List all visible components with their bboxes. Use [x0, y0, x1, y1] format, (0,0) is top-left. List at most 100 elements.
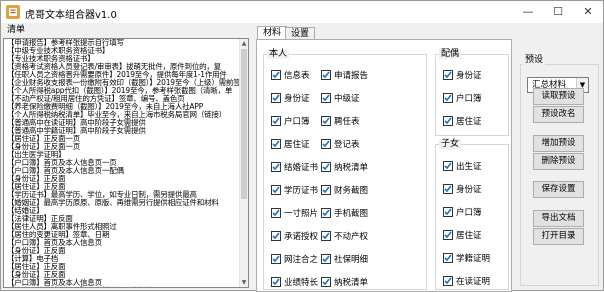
- checkbox[interactable]: [443, 229, 453, 240]
- self-checkbox[interactable]: 身份证: [271, 92, 310, 105]
- self-checkbox[interactable]: 业绩特长: [271, 276, 319, 289]
- checkbox[interactable]: [321, 69, 331, 80]
- checkbox[interactable]: [271, 207, 281, 218]
- preset-button[interactable]: 读取预设: [533, 88, 584, 105]
- spouse-checkbox[interactable]: 居住证: [443, 115, 482, 128]
- self-checkbox[interactable]: 纳税清单: [321, 276, 369, 289]
- checkbox-label: 在读证明: [456, 277, 491, 287]
- scroll-up-arrow-icon[interactable]: ▲: [240, 39, 248, 48]
- window-title: 虎哥文本组合器v1.0: [25, 10, 117, 21]
- checkbox-label: 居住证: [456, 117, 482, 127]
- child-checkbox[interactable]: 身份证: [443, 183, 482, 196]
- list-vertical-scrollbar[interactable]: ▲ ▼: [239, 39, 248, 287]
- checkbox-label: 申请报告: [334, 71, 369, 81]
- spouse-checkbox[interactable]: 身份证: [443, 69, 482, 82]
- checkbox[interactable]: [443, 252, 453, 263]
- child-checkbox[interactable]: 户口簿: [443, 206, 482, 219]
- checkbox-label: 居住证: [284, 140, 310, 150]
- child-checkbox[interactable]: 学籍证明: [443, 252, 490, 265]
- self-checkbox[interactable]: 财务截图: [321, 184, 369, 197]
- preset-button[interactable]: 打开目录: [533, 228, 584, 245]
- checkbox[interactable]: [271, 276, 281, 287]
- material-list-box[interactable]: 【申请报告】参考样张提示自行填写 【中级专业技术职务资格证书】 【专业技术职务资格证…: [3, 38, 249, 288]
- minimize-button[interactable]: —: [513, 1, 543, 23]
- checkbox-label: 社保明细: [334, 255, 369, 265]
- self-checkbox[interactable]: 社保明细: [321, 253, 369, 266]
- self-checkbox[interactable]: 手机截图: [321, 207, 369, 220]
- self-checkbox[interactable]: 中级证: [321, 92, 360, 105]
- checkbox[interactable]: [321, 184, 331, 195]
- checkbox-label: 学历证书: [284, 186, 319, 196]
- checkbox-label: 手机截图: [334, 209, 369, 219]
- self-checkbox[interactable]: 承诺授权: [271, 230, 319, 243]
- preset-button[interactable]: 增加预设: [533, 135, 584, 152]
- checkbox[interactable]: [321, 230, 331, 241]
- checkbox[interactable]: [271, 230, 281, 241]
- checkbox[interactable]: [321, 92, 331, 103]
- checkbox[interactable]: [271, 161, 281, 172]
- self-checkbox[interactable]: 不动产权: [321, 230, 368, 243]
- checkbox-label: 居住证: [456, 231, 482, 241]
- checkbox[interactable]: [443, 92, 453, 103]
- checkbox-label: 一寸照片: [284, 209, 319, 219]
- preset-group-title: 预设: [523, 55, 546, 65]
- checkbox[interactable]: [321, 276, 331, 287]
- checkbox[interactable]: [271, 138, 281, 149]
- child-checkbox[interactable]: 在读证明: [443, 275, 491, 288]
- self-checkbox[interactable]: 纳税清单: [321, 161, 368, 174]
- child-checkbox[interactable]: 居住证: [443, 229, 482, 242]
- scroll-thumb[interactable]: [241, 49, 247, 199]
- self-checkbox[interactable]: 结婚证书: [271, 161, 319, 174]
- checkbox[interactable]: [321, 138, 331, 149]
- self-checkbox[interactable]: 居住证: [271, 138, 310, 151]
- self-checkbox[interactable]: 信息表: [271, 69, 310, 82]
- checkbox[interactable]: [443, 115, 453, 126]
- list-item[interactable]: 【个人工作业绩表持书】参考样张提示自行填写: [7, 287, 161, 288]
- checkbox-label: 结婚证书: [284, 163, 319, 173]
- preset-button[interactable]: 删除预设: [533, 153, 584, 170]
- self-checkbox[interactable]: 一寸照片: [271, 207, 319, 220]
- checkbox-label: 中级证: [334, 94, 360, 104]
- maximize-button[interactable]: ☐: [543, 1, 573, 23]
- checkbox[interactable]: [271, 115, 281, 126]
- scroll-down-arrow-icon[interactable]: ▼: [240, 278, 248, 287]
- checkbox-label: 纳税清单: [334, 278, 369, 288]
- checkbox[interactable]: [321, 115, 331, 126]
- preset-button[interactable]: 导出文档: [533, 210, 584, 227]
- checkbox[interactable]: [321, 207, 331, 218]
- checkbox-label: 身份证: [284, 94, 310, 104]
- checkbox[interactable]: [443, 160, 453, 171]
- self-checkbox[interactable]: 户口簿: [271, 115, 310, 128]
- checkbox[interactable]: [321, 161, 331, 172]
- self-checkbox[interactable]: 学历证书: [271, 184, 319, 197]
- checkbox[interactable]: [443, 206, 453, 217]
- checkbox[interactable]: [443, 275, 453, 286]
- checkbox[interactable]: [271, 92, 281, 103]
- spouse-checkbox[interactable]: 户口簿: [443, 92, 482, 105]
- checkbox-label: 业绩特长: [284, 278, 319, 288]
- checkbox-label: 财务截图: [334, 186, 369, 196]
- materials-tab-panel: 本人 配偶 子女 信息表 申请报告 身份证 中级证 户口簿 聘任表 居住证 登记表 结婚证书 纳税…: [256, 39, 512, 292]
- checkbox[interactable]: [443, 69, 453, 80]
- self-checkbox[interactable]: 登记表: [321, 138, 360, 151]
- checkbox-label: 身份证: [456, 185, 482, 195]
- preset-button[interactable]: 保存设置: [533, 181, 584, 198]
- child-checkbox[interactable]: 出生证: [443, 160, 482, 173]
- checkbox[interactable]: [443, 183, 453, 194]
- title-bar: 虎哥文本组合器v1.0 — ☐ ✕: [1, 1, 603, 23]
- checkbox-label: 登记表: [334, 140, 360, 150]
- close-button[interactable]: ✕: [573, 1, 603, 23]
- app-logo-icon: [6, 5, 20, 19]
- checkbox[interactable]: [271, 69, 281, 80]
- self-checkbox[interactable]: 网注合之: [271, 253, 319, 266]
- checkbox-label: 承诺授权: [284, 232, 319, 242]
- child-group-title: 子女: [439, 139, 462, 149]
- tab-materials[interactable]: 材料: [257, 26, 288, 40]
- checkbox[interactable]: [321, 253, 331, 264]
- self-checkbox[interactable]: 申请报告: [321, 69, 369, 82]
- checkbox-label: 网注合之: [284, 255, 319, 265]
- self-checkbox[interactable]: 聘任表: [321, 115, 360, 128]
- checkbox[interactable]: [271, 184, 281, 195]
- checkbox[interactable]: [271, 253, 281, 264]
- preset-button[interactable]: 预设改名: [533, 106, 584, 123]
